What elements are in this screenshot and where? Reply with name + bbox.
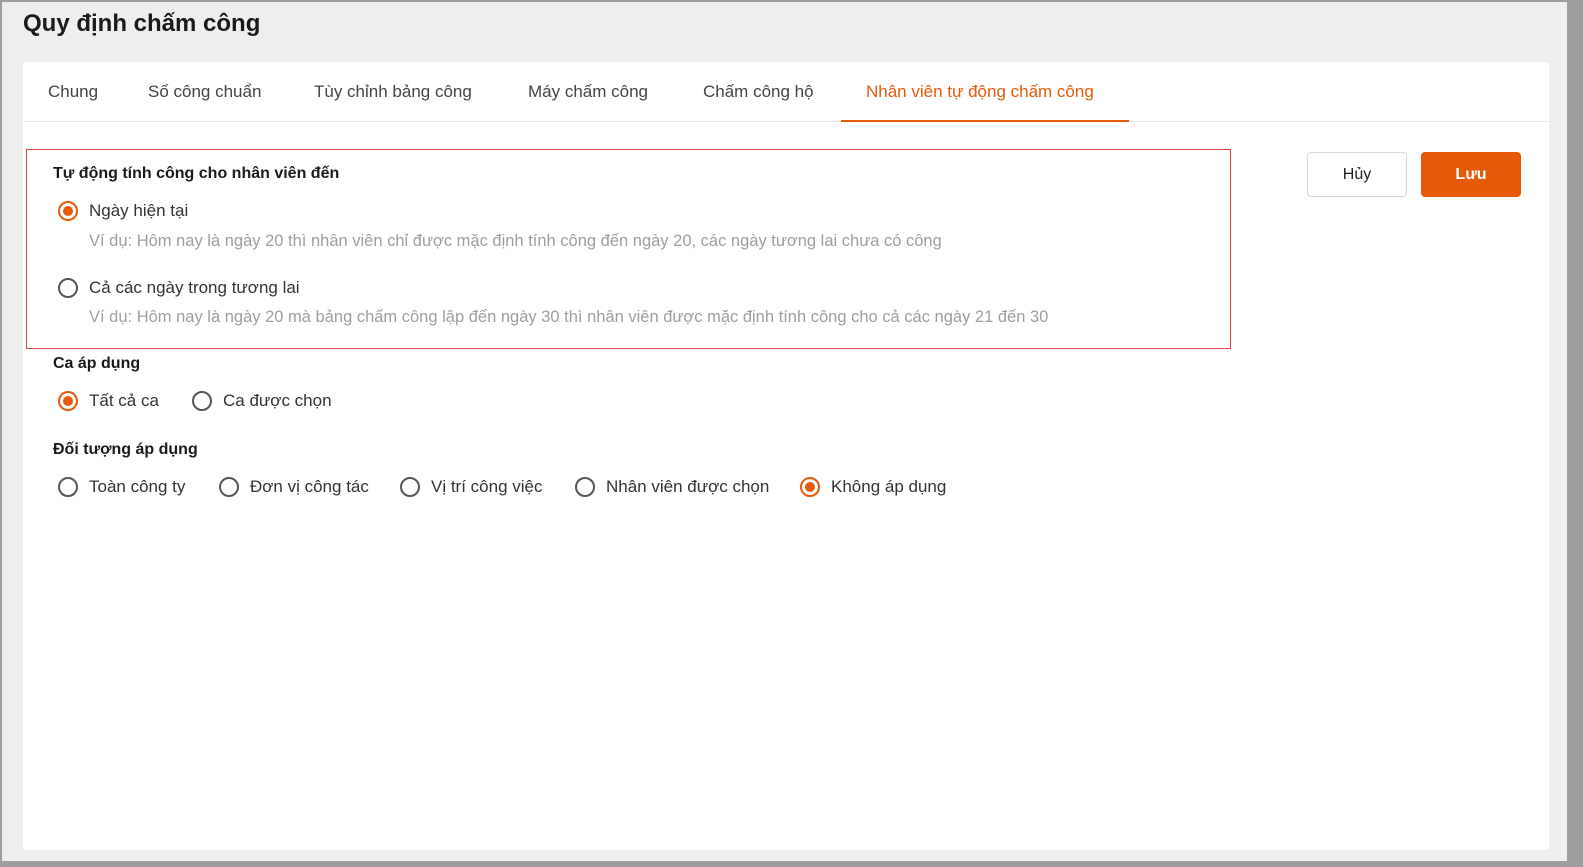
tab-may-cham-cong[interactable]: Máy chấm công bbox=[503, 62, 673, 122]
tab-chung[interactable]: Chung bbox=[23, 62, 123, 122]
radio-selected-employees[interactable]: Nhân viên được chọn bbox=[575, 477, 769, 497]
radio-unchecked-icon bbox=[219, 477, 239, 497]
radio-work-unit[interactable]: Đơn vị công tác bbox=[219, 477, 369, 497]
auto-heading: Tự động tính công cho nhân viên đến bbox=[53, 165, 340, 182]
radio-unchecked-icon bbox=[58, 278, 78, 298]
cancel-button[interactable]: Hủy bbox=[1307, 152, 1407, 197]
radio-unchecked-icon bbox=[58, 477, 78, 497]
tab-nhan-vien-tu-dong-cham-cong[interactable]: Nhân viên tự động chấm công bbox=[841, 62, 1129, 122]
radio-label: Vị trí công việc bbox=[431, 477, 543, 496]
radio-label: Ca được chọn bbox=[223, 391, 332, 410]
settings-card: Chung Số công chuẩn Tùy chỉnh bảng công … bbox=[23, 62, 1549, 850]
radio-label: Đơn vị công tác bbox=[250, 477, 369, 496]
radio-current-day[interactable]: Ngày hiện tại bbox=[58, 201, 188, 221]
hint-current-day: Ví dụ: Hôm nay là ngày 20 thì nhân viên … bbox=[89, 232, 942, 250]
shift-heading: Ca áp dụng bbox=[53, 355, 141, 372]
radio-unchecked-icon bbox=[192, 391, 212, 411]
radio-checked-icon bbox=[800, 477, 820, 497]
radio-label: Không áp dụng bbox=[831, 477, 947, 496]
radio-not-applied[interactable]: Không áp dụng bbox=[800, 477, 946, 497]
radio-label: Tất cả ca bbox=[89, 391, 159, 410]
tab-tuy-chinh-bang-cong[interactable]: Tùy chỉnh bảng công bbox=[289, 62, 497, 122]
radio-label: Nhân viên được chọn bbox=[606, 477, 770, 496]
hint-future-days: Ví dụ: Hôm nay là ngày 20 mà bảng chấm c… bbox=[89, 308, 1049, 326]
target-heading: Đối tượng áp dụng bbox=[53, 441, 198, 458]
radio-label: Cả các ngày trong tương lai bbox=[89, 278, 300, 297]
tab-bar: Chung Số công chuẩn Tùy chỉnh bảng công … bbox=[23, 62, 1549, 122]
radio-checked-icon bbox=[58, 201, 78, 221]
tab-cham-cong-ho[interactable]: Chấm công hộ bbox=[678, 62, 839, 122]
radio-whole-company[interactable]: Toàn công ty bbox=[58, 477, 185, 497]
radio-checked-icon bbox=[58, 391, 78, 411]
tab-so-cong-chuan[interactable]: Số công chuẩn bbox=[123, 62, 286, 122]
radio-unchecked-icon bbox=[575, 477, 595, 497]
save-button[interactable]: Lưu bbox=[1421, 152, 1521, 197]
page-title: Quy định chấm công bbox=[23, 10, 261, 37]
radio-all-shifts[interactable]: Tất cả ca bbox=[58, 391, 159, 411]
radio-future-days[interactable]: Cả các ngày trong tương lai bbox=[58, 278, 300, 298]
radio-label: Toàn công ty bbox=[89, 477, 186, 496]
radio-job-position[interactable]: Vị trí công việc bbox=[400, 477, 543, 497]
radio-selected-shifts[interactable]: Ca được chọn bbox=[192, 391, 332, 411]
radio-label: Ngày hiện tại bbox=[89, 201, 189, 220]
radio-unchecked-icon bbox=[400, 477, 420, 497]
